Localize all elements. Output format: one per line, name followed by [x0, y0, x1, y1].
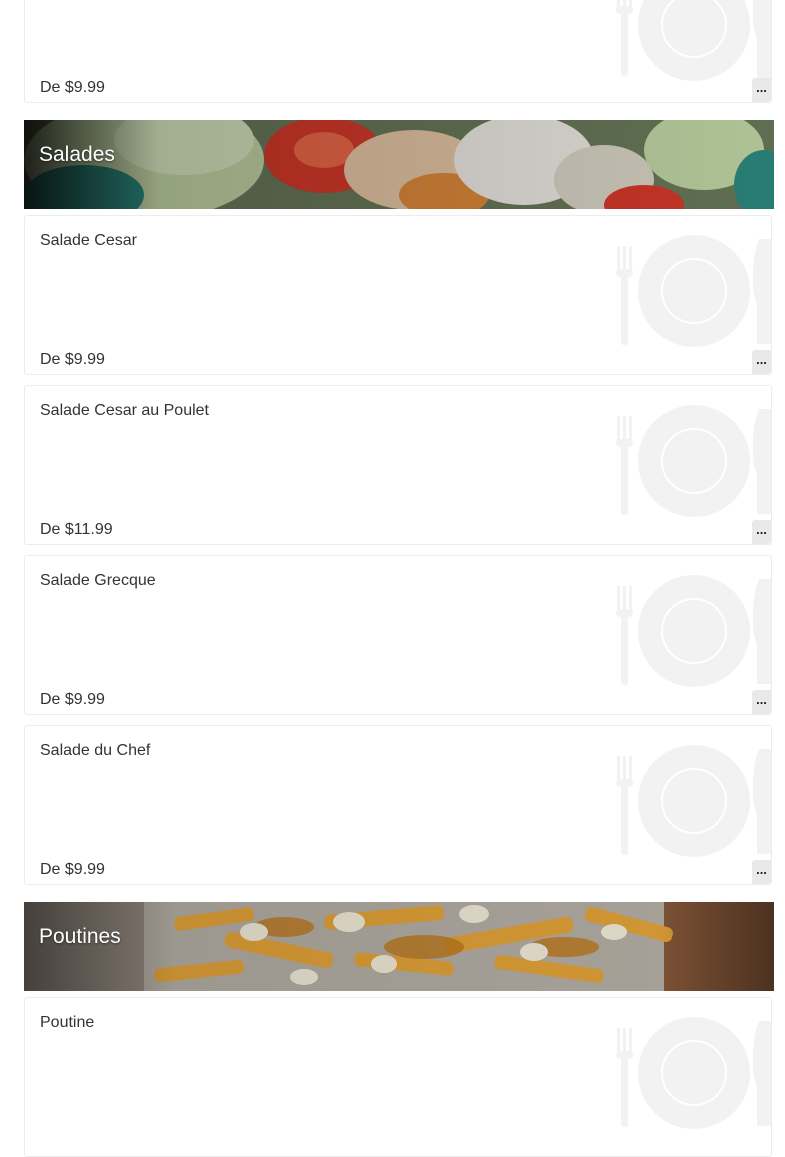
plate-fork-knife-icon — [616, 1017, 771, 1129]
item-name: Salade du Chef — [40, 742, 151, 759]
more-options-button[interactable]: ... — [752, 690, 771, 714]
plate-fork-knife-icon — [616, 745, 771, 857]
menu-item-card[interactable]: Poutine — [24, 997, 772, 1157]
item-price: De $9.99 — [40, 79, 105, 96]
menu-item-card[interactable]: De $9.99 ... — [24, 0, 772, 103]
menu-item-card[interactable]: Salade Cesar au Poulet De $11.99 ... — [24, 385, 772, 545]
salad-banner-image — [24, 120, 774, 209]
menu-item-card[interactable]: Salade Grecque De $9.99 ... — [24, 555, 772, 715]
category-banner-poutines: Poutines — [24, 902, 774, 991]
category-banner-salades: Salades — [24, 120, 774, 209]
more-options-button[interactable]: ... — [752, 860, 771, 884]
item-price: De $9.99 — [40, 351, 105, 368]
plate-fork-knife-icon — [616, 405, 771, 517]
item-name: Salade Cesar — [40, 232, 137, 249]
plate-fork-knife-icon — [616, 235, 771, 347]
more-options-button[interactable]: ... — [752, 520, 771, 544]
item-name: Poutine — [40, 1014, 95, 1031]
item-name: Salade Cesar au Poulet — [40, 402, 209, 419]
item-price: De $11.99 — [40, 521, 113, 538]
poutine-banner-image — [24, 902, 774, 991]
item-name: Salade Grecque — [40, 572, 156, 589]
item-price: De $9.99 — [40, 861, 105, 878]
item-price: De $9.99 — [40, 691, 105, 708]
plate-fork-knife-icon — [616, 0, 771, 81]
menu-item-card[interactable]: Salade Cesar De $9.99 ... — [24, 215, 772, 375]
more-options-button[interactable]: ... — [752, 78, 771, 102]
category-title: Poutines — [39, 925, 121, 948]
category-title: Salades — [39, 143, 115, 166]
plate-fork-knife-icon — [616, 575, 771, 687]
more-options-button[interactable]: ... — [752, 350, 771, 374]
menu-item-card[interactable]: Salade du Chef De $9.99 ... — [24, 725, 772, 885]
